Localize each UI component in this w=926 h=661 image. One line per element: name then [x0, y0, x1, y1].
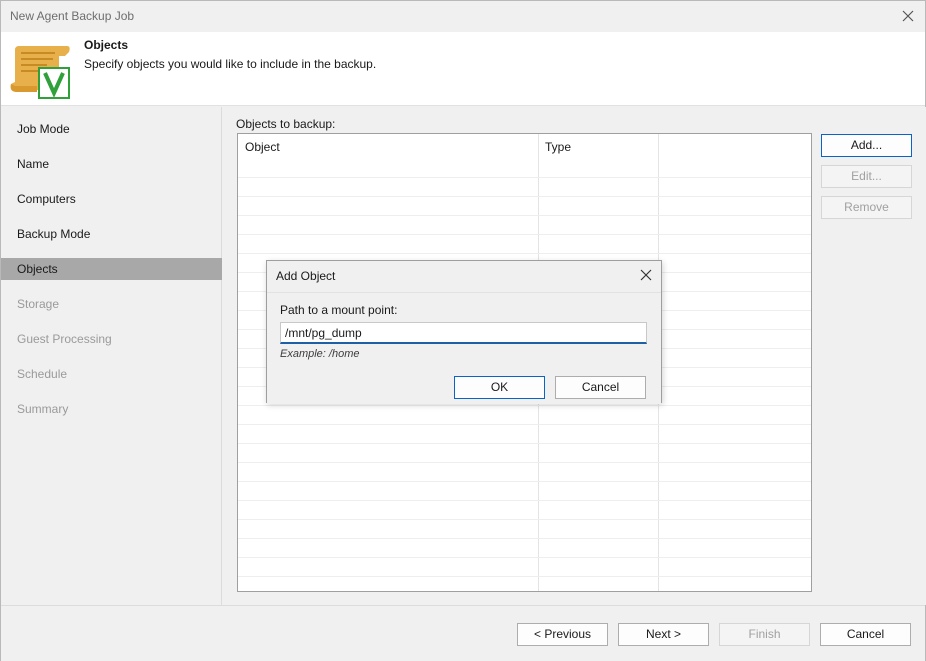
step-guest-processing: Guest Processing	[17, 332, 112, 346]
edit-button-label: Edit...	[851, 169, 882, 183]
page-title: Objects	[84, 38, 129, 52]
table-row-line	[238, 253, 811, 254]
dialog-cancel-button-label: Cancel	[581, 380, 620, 394]
page-description: Specify objects you would like to includ…	[84, 57, 377, 71]
table-row-line	[238, 576, 811, 577]
previous-button[interactable]: < Previous	[517, 623, 608, 646]
table-row-line	[238, 481, 811, 482]
objects-label: Objects to backup:	[236, 117, 336, 131]
table-row-line	[238, 177, 811, 178]
next-button-label: Next >	[645, 627, 681, 641]
table-row-line	[238, 519, 811, 520]
column-header-object[interactable]: Object	[245, 140, 280, 154]
dialog-title: Add Object	[276, 269, 336, 283]
next-button[interactable]: Next >	[618, 623, 709, 646]
table-row-line	[238, 424, 811, 425]
table-row-line	[238, 500, 811, 501]
edit-button: Edit...	[821, 165, 912, 188]
table-row-line	[238, 234, 811, 235]
ok-button-label: OK	[490, 380, 509, 394]
remove-button: Remove	[821, 196, 912, 219]
step-backup-mode[interactable]: Backup Mode	[1, 223, 222, 245]
table-header: Object Type	[238, 134, 811, 158]
step-computers[interactable]: Computers	[1, 188, 222, 210]
step-job-mode[interactable]: Job Mode	[1, 118, 222, 140]
table-row-line	[238, 196, 811, 197]
wizard-header: Objects Specify objects you would like t…	[1, 32, 925, 106]
close-icon[interactable]	[638, 267, 654, 283]
step-storage: Storage	[17, 297, 60, 311]
finish-button-label: Finish	[748, 627, 781, 641]
table-row-line	[238, 215, 811, 216]
cancel-button[interactable]: Cancel	[820, 623, 911, 646]
title-bar: New Agent Backup Job	[1, 1, 925, 32]
mount-point-input[interactable]	[280, 322, 647, 344]
cancel-button-label: Cancel	[846, 627, 885, 641]
wizard-window: New Agent Backup Job Objects Specify obj…	[0, 0, 926, 661]
mount-point-label: Path to a mount point:	[280, 303, 398, 317]
dialog-cancel-button[interactable]: Cancel	[555, 376, 646, 399]
previous-button-label: < Previous	[533, 627, 592, 641]
veeam-scroll-v-icon	[7, 42, 73, 102]
example-hint: Example: /home	[280, 348, 360, 360]
add-button[interactable]: Add...	[821, 134, 912, 157]
wizard-steps: Job Mode Name Computers Backup Mode Obje…	[1, 107, 222, 605]
table-row-line	[238, 557, 811, 558]
close-icon[interactable]	[899, 7, 917, 25]
step-objects[interactable]: Objects	[1, 258, 222, 280]
table-row-line	[238, 538, 811, 539]
remove-button-label: Remove	[844, 200, 889, 214]
step-name[interactable]: Name	[1, 153, 222, 175]
ok-button[interactable]: OK	[454, 376, 545, 399]
dialog-body: Path to a mount point: Example: /home OK…	[267, 292, 661, 404]
column-header-type[interactable]: Type	[545, 140, 571, 154]
window-title: New Agent Backup Job	[10, 9, 135, 23]
table-row-line	[238, 443, 811, 444]
finish-button: Finish	[719, 623, 810, 646]
add-object-dialog: Add Object Path to a mount point: Exampl…	[266, 260, 662, 404]
step-summary: Summary	[17, 402, 69, 416]
table-row-line	[238, 405, 811, 406]
step-schedule: Schedule	[17, 367, 68, 381]
add-button-label: Add...	[850, 138, 883, 152]
table-row-line	[238, 462, 811, 463]
